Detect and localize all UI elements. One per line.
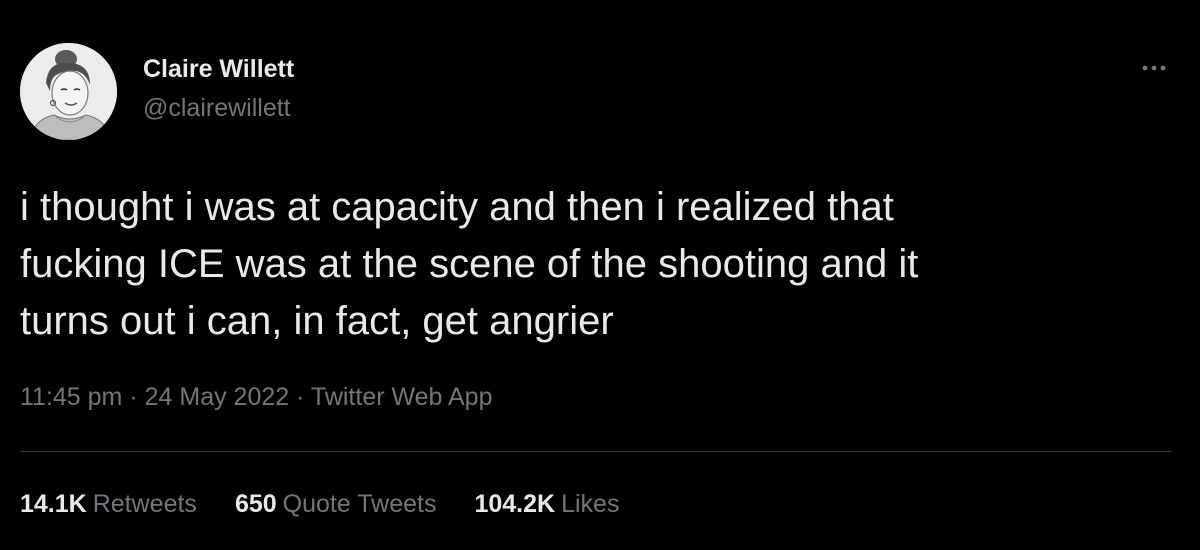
tweet-date-link[interactable]: 24 May 2022 <box>145 383 290 411</box>
avatar[interactable] <box>20 43 117 140</box>
likes-stat[interactable]: 104.2K Likes <box>474 490 619 519</box>
profile-photo-icon <box>20 43 117 140</box>
tweet-text: i thought i was at capacity and then i r… <box>20 185 919 343</box>
retweets-stat[interactable]: 14.1K Retweets <box>20 490 197 519</box>
tweet-metadata: 11:45 pm · 24 May 2022 · Twitter Web App <box>20 383 493 412</box>
divider <box>20 451 1172 452</box>
author-handle[interactable]: @clairewillett <box>143 94 291 123</box>
likes-count: 104.2K <box>474 490 556 518</box>
ellipsis-icon <box>1142 65 1166 71</box>
more-options-button[interactable] <box>1136 56 1172 80</box>
retweets-count: 14.1K <box>20 490 87 518</box>
engagement-stats: 14.1K Retweets 650 Quote Tweets 104.2K Likes <box>20 490 657 519</box>
meta-separator: · <box>122 383 145 411</box>
meta-separator: · <box>289 383 311 411</box>
tweet-card: Claire Willett @clairewillett i thought … <box>0 0 1200 550</box>
likes-label: Likes <box>561 490 620 518</box>
tweet-time-link[interactable]: 11:45 pm <box>20 383 122 411</box>
quote-tweets-count: 650 <box>234 490 277 518</box>
author-name[interactable]: Claire Willett <box>143 55 294 84</box>
quote-tweets-label: Quote Tweets <box>282 490 437 518</box>
tweet-source-link[interactable]: Twitter Web App <box>311 383 493 411</box>
retweets-label: Retweets <box>92 490 197 518</box>
quote-tweets-stat[interactable]: 650 Quote Tweets <box>235 490 437 519</box>
